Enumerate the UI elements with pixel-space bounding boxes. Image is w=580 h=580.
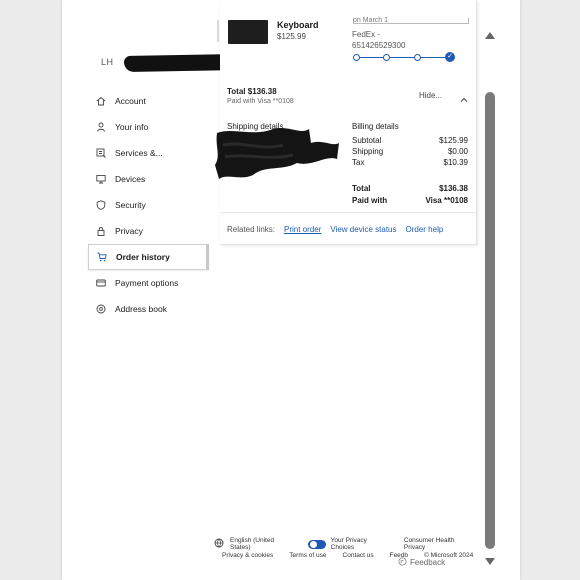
billing-label: Paid with [352, 196, 388, 205]
terms-of-use-link[interactable]: Terms of use [289, 552, 326, 559]
progress-step [383, 54, 390, 61]
related-links-label: Related links: [227, 224, 276, 234]
progress-line [355, 57, 453, 58]
billing-label: Total [352, 184, 371, 193]
delivery-date-text: on March 1 [353, 17, 389, 24]
scroll-up-arrow-icon[interactable] [485, 32, 495, 39]
billing-row-total: Total $136.38 [352, 184, 468, 193]
billing-details-title: Billing details [352, 122, 399, 131]
language-selector[interactable]: English (United States) [230, 537, 295, 551]
product-price: $125.99 [277, 32, 306, 41]
location-pin-icon [96, 304, 106, 314]
order-details-panel: Keyboard $125.99 on March 1 FedEx - 6514… [220, 0, 477, 245]
hide-details-button[interactable]: Hide... [419, 91, 442, 100]
payment-method-line: Paid with Visa **0108 [227, 98, 294, 105]
billing-value: Visa **0108 [425, 196, 468, 205]
privacy-cookies-link[interactable]: Privacy & cookies [222, 552, 273, 559]
sidebar-item-security[interactable]: Security [88, 192, 208, 218]
sidebar-item-label: Devices [115, 174, 146, 184]
user-header: LH [101, 54, 114, 70]
chevron-up-icon[interactable] [459, 92, 469, 102]
billing-row-paid-with: Paid with Visa **0108 [352, 196, 468, 205]
lock-icon [96, 226, 106, 236]
cart-icon [97, 252, 107, 262]
privacy-choices-link[interactable]: Your Privacy Choices [331, 537, 391, 551]
card-icon [96, 278, 106, 288]
billing-value: $125.99 [439, 136, 468, 145]
redacted-shipping-address [215, 128, 339, 179]
sidebar-item-privacy[interactable]: Privacy [88, 218, 208, 244]
monitor-icon [96, 174, 106, 184]
home-icon [96, 96, 106, 106]
sidebar-item-address-book[interactable]: Address book [88, 296, 208, 322]
sidebar-nav: Account Your info Services &... Devices … [88, 88, 209, 322]
sidebar-item-your-info[interactable]: Your info [88, 114, 208, 140]
person-icon [96, 122, 106, 132]
sidebar-divider [217, 20, 219, 42]
sidebar-item-account[interactable]: Account [88, 88, 208, 114]
billing-label: Shipping [352, 147, 384, 156]
sidebar-item-label: Privacy [115, 226, 143, 236]
scrollbar-thumb[interactable] [485, 92, 495, 549]
privacy-choices-toggle-icon [308, 539, 326, 549]
billing-value: $10.39 [443, 158, 468, 167]
print-order-link[interactable]: Print order [284, 225, 321, 234]
sidebar-item-label: Your info [115, 122, 149, 132]
billing-row-tax: Tax $10.39 [352, 158, 468, 167]
related-links-bar: Related links: Print order View device s… [220, 212, 476, 245]
shipment-progress: ✓ [353, 52, 457, 64]
sidebar-item-label: Payment options [115, 278, 179, 288]
sidebar-item-label: Address book [115, 304, 167, 314]
globe-icon [214, 538, 224, 550]
billing-label: Tax [352, 158, 365, 167]
progress-step [353, 54, 360, 61]
shield-icon [96, 200, 106, 210]
product-name: Keyboard [277, 20, 319, 30]
sidebar-item-label: Account [115, 96, 146, 106]
sidebar-item-devices[interactable]: Devices [88, 166, 208, 192]
tracking-number: 651426529300 [352, 41, 406, 50]
sidebar-item-order-history[interactable]: Order history [88, 244, 209, 270]
billing-value: $136.38 [439, 184, 468, 193]
sidebar-item-payment-options[interactable]: Payment options [88, 270, 208, 296]
consumer-health-privacy-link[interactable]: Consumer Health Privacy [404, 537, 476, 551]
progress-step [414, 54, 421, 61]
feedback-icon [398, 557, 407, 568]
feedback-label: Feedback [410, 558, 446, 567]
sidebar-item-label: Services &... [115, 148, 163, 158]
sidebar-item-label: Order history [116, 252, 170, 262]
billing-row-subtotal: Subtotal $125.99 [352, 136, 468, 145]
scroll-down-arrow-icon[interactable] [485, 558, 495, 565]
order-help-link[interactable]: Order help [406, 225, 444, 234]
feedback-button[interactable]: Feedback [398, 557, 446, 568]
sidebar-item-services[interactable]: Services &... [88, 140, 208, 166]
order-total: Total $136.38 [227, 87, 277, 96]
view-device-status-link[interactable]: View device status [330, 225, 396, 234]
sidebar-item-label: Security [115, 200, 146, 210]
billing-value: $0.00 [447, 147, 468, 156]
vertical-scrollbar[interactable] [482, 22, 498, 570]
billing-label: Subtotal [352, 136, 382, 145]
footer-row-top: English (United States) Your Privacy Cho… [214, 537, 476, 551]
billing-row-shipping: Shipping $0.00 [352, 147, 468, 156]
checkmark-icon: ✓ [445, 52, 455, 62]
contact-us-link[interactable]: Contact us [343, 552, 374, 559]
avatar-initials: LH [101, 57, 114, 67]
carrier-name: FedEx - [352, 30, 381, 39]
services-icon [96, 148, 106, 158]
product-thumbnail [228, 20, 268, 44]
